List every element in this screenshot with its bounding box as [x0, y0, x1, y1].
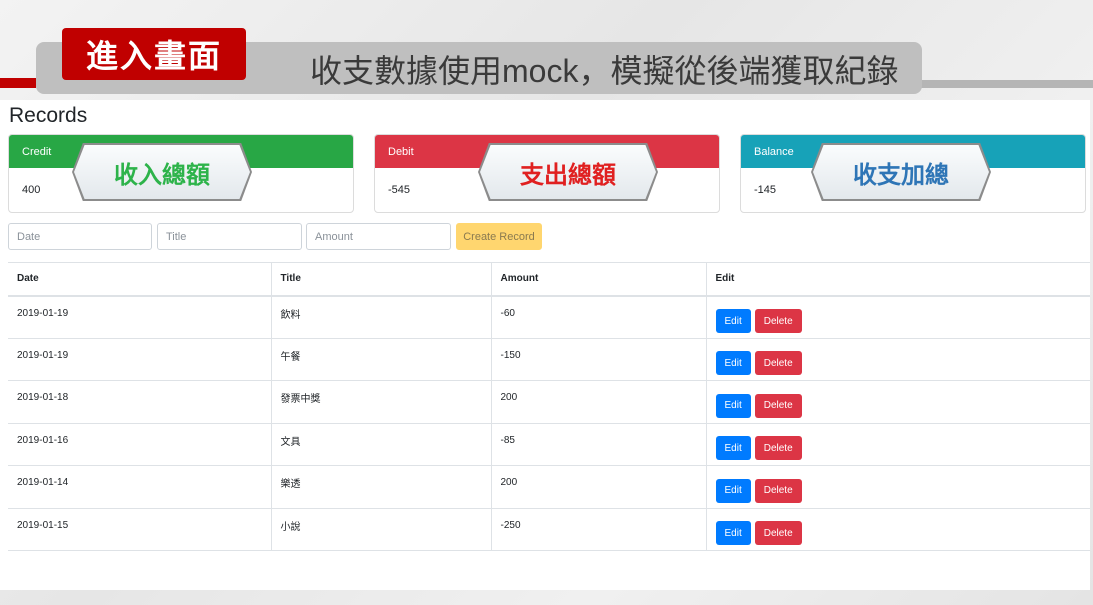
slide-description: 收支數據使用mock，模擬從後端獲取紀錄 [310, 53, 899, 89]
edit-button[interactable]: Edit [715, 521, 751, 546]
table-row: 2019-01-18 發票中獎 200 Edit Delete [8, 380, 1090, 424]
page-title: Records [9, 104, 88, 127]
table-row: 2019-01-19 午餐 -150 Edit Delete [8, 338, 1090, 381]
slide-tag: 進入畫面 [62, 28, 246, 80]
row-amount: -85 [500, 434, 515, 446]
amount-input[interactable] [306, 223, 451, 250]
date-input[interactable] [8, 223, 152, 250]
row-title: 發票中獎 [280, 394, 321, 406]
row-title: 小說 [280, 521, 301, 533]
red-accent-line [0, 78, 36, 88]
row-amount: -60 [500, 307, 515, 319]
delete-button[interactable]: Delete [754, 351, 802, 376]
row-date: 2019-01-19 [17, 307, 69, 319]
header-date: Date [8, 262, 271, 297]
header-edit: Edit [705, 262, 1090, 297]
edit-button[interactable]: Edit [715, 309, 751, 333]
delete-button[interactable]: Delete [754, 521, 802, 546]
row-title: 樂透 [280, 479, 301, 491]
credit-callout: 收入總額 [74, 145, 250, 199]
table-header-row: Date Title Amount Edit [8, 262, 1090, 297]
row-title: 飲料 [280, 309, 301, 321]
row-date: 2019-01-16 [17, 434, 69, 446]
row-amount: 200 [500, 392, 518, 404]
records-app: Records Credit 400 Debit -545 Balance -1… [0, 100, 1090, 590]
table-row: 2019-01-19 飲料 -60 Edit Delete [8, 295, 1090, 339]
row-date: 2019-01-19 [17, 349, 69, 361]
row-title: 午餐 [280, 351, 301, 363]
edit-button[interactable]: Edit [715, 351, 751, 376]
delete-button[interactable]: Delete [754, 309, 802, 333]
header-amount: Amount [490, 262, 706, 297]
header-title: Title [270, 262, 491, 297]
row-amount: -150 [500, 349, 521, 361]
delete-button[interactable]: Delete [754, 478, 802, 503]
table-row: 2019-01-15 小說 -250 Edit Delete [8, 508, 1090, 551]
row-date: 2019-01-18 [17, 392, 69, 404]
title-input[interactable] [157, 223, 302, 250]
row-amount: -250 [500, 519, 521, 531]
edit-button[interactable]: Edit [715, 478, 751, 503]
balance-callout: 收支加總 [813, 145, 989, 199]
table-row: 2019-01-16 文具 -85 Edit Delete [8, 423, 1090, 466]
row-amount: 200 [500, 477, 518, 489]
row-date: 2019-01-14 [17, 477, 69, 489]
row-title: 文具 [280, 436, 301, 448]
table-row: 2019-01-14 樂透 200 Edit Delete [8, 465, 1090, 509]
delete-button[interactable]: Delete [754, 436, 802, 461]
records-table: Date Title Amount Edit 2019-01-19 飲料 -60… [8, 262, 1090, 551]
delete-button[interactable]: Delete [754, 393, 802, 418]
edit-button[interactable]: Edit [715, 393, 751, 418]
gray-accent-line [920, 80, 1093, 88]
create-record-button[interactable]: Create Record [456, 223, 542, 250]
edit-button[interactable]: Edit [715, 436, 751, 461]
row-date: 2019-01-15 [17, 519, 69, 531]
debit-callout: 支出總額 [480, 145, 656, 199]
